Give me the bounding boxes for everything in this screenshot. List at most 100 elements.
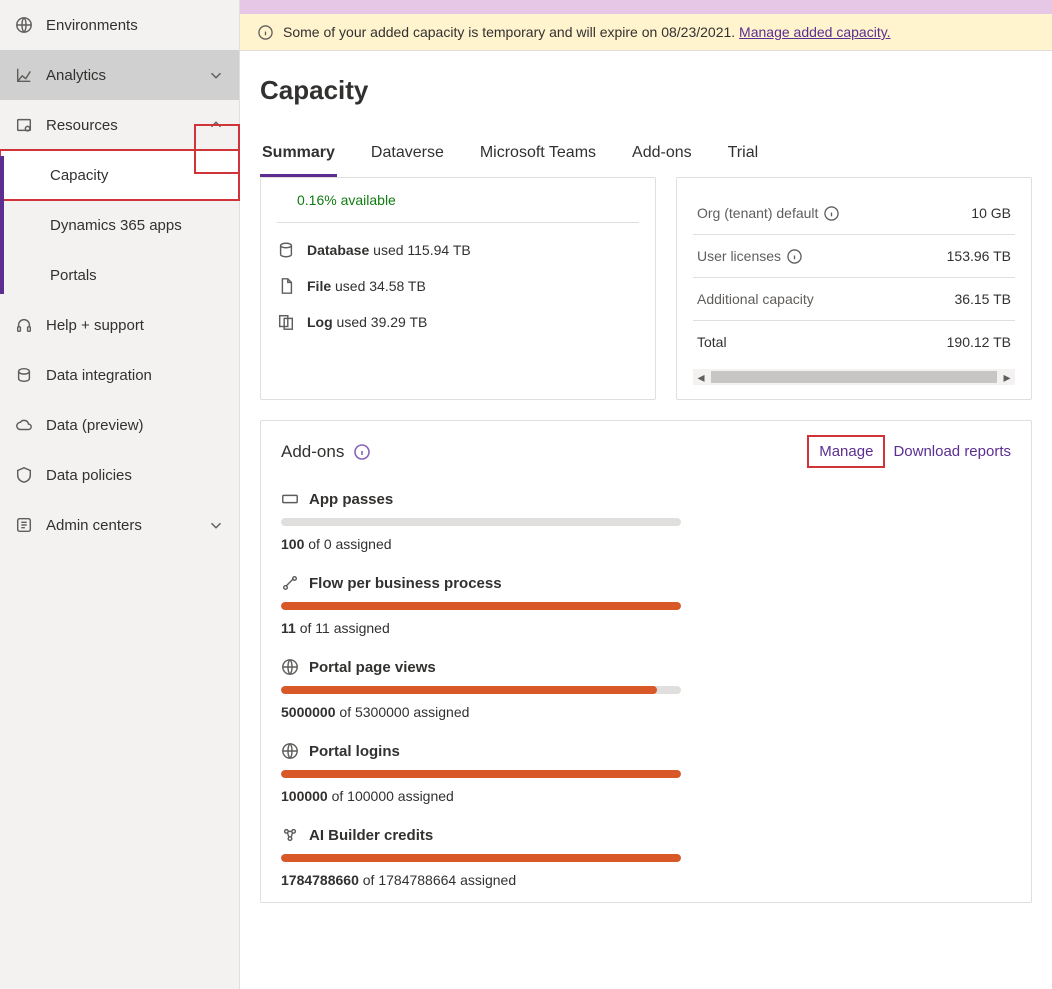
progress-bar	[281, 686, 681, 694]
addon-item: Portal page views 5000000 of 5300000 assi…	[261, 650, 1031, 734]
progress-bar	[281, 854, 681, 862]
sidebar-sub-dynamics[interactable]: Dynamics 365 apps	[0, 200, 239, 250]
cell-name: User licenses	[697, 248, 781, 264]
sidebar-label: Help + support	[46, 317, 144, 334]
globe-icon	[14, 15, 34, 35]
progress-fill	[281, 854, 681, 862]
log-icon	[277, 313, 295, 331]
usage-text: File used 34.58 TB	[307, 278, 426, 294]
cell-value: 190.12 TB	[947, 334, 1011, 350]
cell-value: 153.96 TB	[947, 248, 1011, 264]
sidebar-sub-label: Capacity	[50, 167, 108, 184]
download-reports-link[interactable]: Download reports	[893, 443, 1011, 460]
available-text: 0.16% available	[297, 192, 639, 208]
sidebar-item-admin-centers[interactable]: Admin centers	[0, 500, 239, 550]
sidebar-sub-capacity[interactable]: Capacity	[0, 150, 239, 200]
info-icon	[258, 25, 273, 40]
chevron-down-icon	[207, 516, 225, 534]
cell-name: Additional capacity	[697, 291, 814, 307]
banner-text: Some of your added capacity is temporary…	[283, 24, 891, 40]
sidebar-sub-label: Portals	[50, 267, 97, 284]
manage-link[interactable]: Manage	[809, 437, 883, 466]
tab-teams[interactable]: Microsoft Teams	[478, 136, 598, 177]
addon-item: AI Builder credits1784788660 of 17847886…	[261, 818, 1031, 902]
chevron-up-icon	[207, 116, 225, 134]
info-banner: Some of your added capacity is temporary…	[240, 14, 1052, 51]
table-row: Additional capacity 36.15 TB	[693, 278, 1015, 321]
main-content: Some of your added capacity is temporary…	[240, 0, 1052, 989]
usage-text: Database used 115.94 TB	[307, 242, 471, 258]
usage-file: File used 34.58 TB	[277, 277, 639, 295]
chevron-down-icon	[207, 66, 225, 84]
info-icon[interactable]	[354, 444, 370, 460]
scroll-right-icon[interactable]: ▸	[999, 369, 1015, 385]
sidebar-item-resources[interactable]: Resources	[0, 100, 239, 150]
sidebar-label: Data policies	[46, 467, 132, 484]
usage-card: 0.16% available Database used 115.94 TB …	[260, 177, 656, 400]
addon-icon	[281, 742, 299, 760]
sidebar-label: Environments	[46, 17, 138, 34]
cell-name: Org (tenant) default	[697, 205, 818, 221]
sidebar-item-data-integration[interactable]: Data integration	[0, 350, 239, 400]
addon-item: App passes100 of 0 assigned	[261, 482, 1031, 566]
sidebar-label: Data integration	[46, 367, 152, 384]
addon-icon	[281, 658, 299, 676]
progress-fill	[281, 686, 657, 694]
sidebar-label: Analytics	[46, 67, 106, 84]
admin-icon	[14, 515, 34, 535]
chart-icon	[14, 65, 34, 85]
progress-bar	[281, 602, 681, 610]
divider	[277, 222, 639, 223]
tab-trial[interactable]: Trial	[726, 136, 761, 177]
addons-title: Add-ons	[281, 442, 344, 462]
sidebar-item-data-preview[interactable]: Data (preview)	[0, 400, 239, 450]
tab-dataverse[interactable]: Dataverse	[369, 136, 446, 177]
sidebar: Environments Analytics Resources Capacit…	[0, 0, 240, 989]
addon-subtext: 1784788660 of 1784788664 assigned	[281, 872, 1011, 888]
cell-value: 36.15 TB	[954, 291, 1011, 307]
progress-bar	[281, 770, 681, 778]
addon-list: App passes100 of 0 assignedFlow per busi…	[261, 482, 1031, 902]
sidebar-sub-portals[interactable]: Portals	[0, 250, 239, 300]
sources-table: Org (tenant) default 10 GB User licenses…	[693, 192, 1015, 363]
addons-header: Add-ons Manage Download reports	[261, 421, 1031, 482]
progress-fill	[281, 602, 681, 610]
sidebar-label: Data (preview)	[46, 417, 144, 434]
active-indicator	[0, 156, 4, 294]
info-icon[interactable]	[824, 206, 839, 221]
addon-icon	[281, 826, 299, 844]
horizontal-scrollbar[interactable]: ◂ ▸	[693, 369, 1015, 385]
sidebar-item-help[interactable]: Help + support	[0, 300, 239, 350]
addon-icon	[281, 574, 299, 592]
scroll-left-icon[interactable]: ◂	[693, 369, 709, 385]
table-row: Org (tenant) default 10 GB	[693, 192, 1015, 235]
addon-name: Portal page views	[309, 659, 436, 676]
addon-name: App passes	[309, 491, 393, 508]
tabs: Summary Dataverse Microsoft Teams Add-on…	[240, 136, 1052, 177]
usage-log: Log used 39.29 TB	[277, 313, 639, 331]
sidebar-label: Resources	[46, 117, 118, 134]
addon-item: Portal logins100000 of 100000 assigned	[261, 734, 1031, 818]
tab-addons[interactable]: Add-ons	[630, 136, 694, 177]
sidebar-item-analytics[interactable]: Analytics	[0, 50, 239, 100]
sources-card: Org (tenant) default 10 GB User licenses…	[676, 177, 1032, 400]
usage-text: Log used 39.29 TB	[307, 314, 427, 330]
banner-link[interactable]: Manage added capacity.	[739, 24, 891, 40]
top-accent-bar	[240, 0, 1052, 14]
info-icon[interactable]	[787, 249, 802, 264]
scroll-thumb[interactable]	[711, 371, 997, 383]
usage-database: Database used 115.94 TB	[277, 241, 639, 259]
cloud-icon	[14, 415, 34, 435]
database-icon	[277, 241, 295, 259]
progress-bar	[281, 518, 681, 526]
addon-item: Flow per business process11 of 11 assign…	[261, 566, 1031, 650]
sidebar-item-environments[interactable]: Environments	[0, 0, 239, 50]
sidebar-label: Admin centers	[46, 517, 142, 534]
page-title: Capacity	[240, 51, 1052, 116]
addon-subtext: 5000000 of 5300000 assigned	[281, 704, 1011, 720]
sidebar-item-data-policies[interactable]: Data policies	[0, 450, 239, 500]
summary-row: 0.16% available Database used 115.94 TB …	[240, 177, 1052, 400]
addons-card: Add-ons Manage Download reports App pass…	[260, 420, 1032, 903]
tab-summary[interactable]: Summary	[260, 136, 337, 177]
addon-name: Portal logins	[309, 743, 400, 760]
